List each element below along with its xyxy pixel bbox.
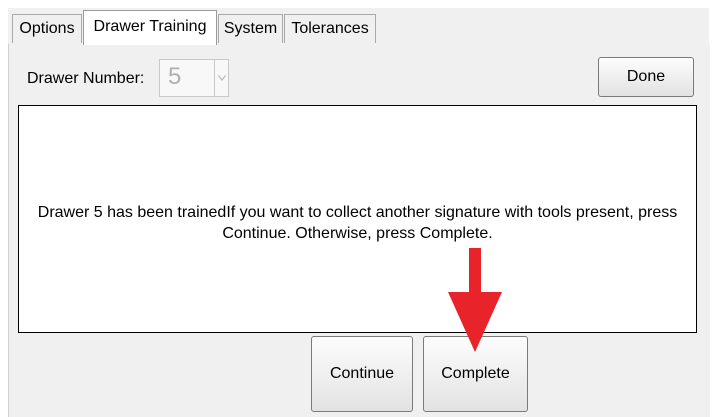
tab-strip: Options Drawer Training System Tolerance…: [8, 8, 709, 45]
training-message: Drawer 5 has been trainedIf you want to …: [37, 204, 678, 242]
drawer-number-select[interactable]: 5: [159, 59, 229, 97]
chevron-down-icon[interactable]: [214, 60, 228, 96]
done-button[interactable]: Done: [598, 57, 694, 97]
tab-system[interactable]: System: [218, 14, 283, 43]
tab-options[interactable]: Options: [12, 14, 82, 43]
message-box: Drawer 5 has been trainedIf you want to …: [18, 105, 697, 333]
tab-tolerances[interactable]: Tolerances: [284, 14, 376, 43]
continue-button[interactable]: Continue: [311, 336, 413, 412]
drawer-number-value: 5: [168, 63, 182, 90]
tab-drawer-training[interactable]: Drawer Training: [83, 10, 217, 45]
drawer-number-label: Drawer Number:: [27, 70, 145, 87]
red-arrow-down-icon: [448, 248, 502, 352]
